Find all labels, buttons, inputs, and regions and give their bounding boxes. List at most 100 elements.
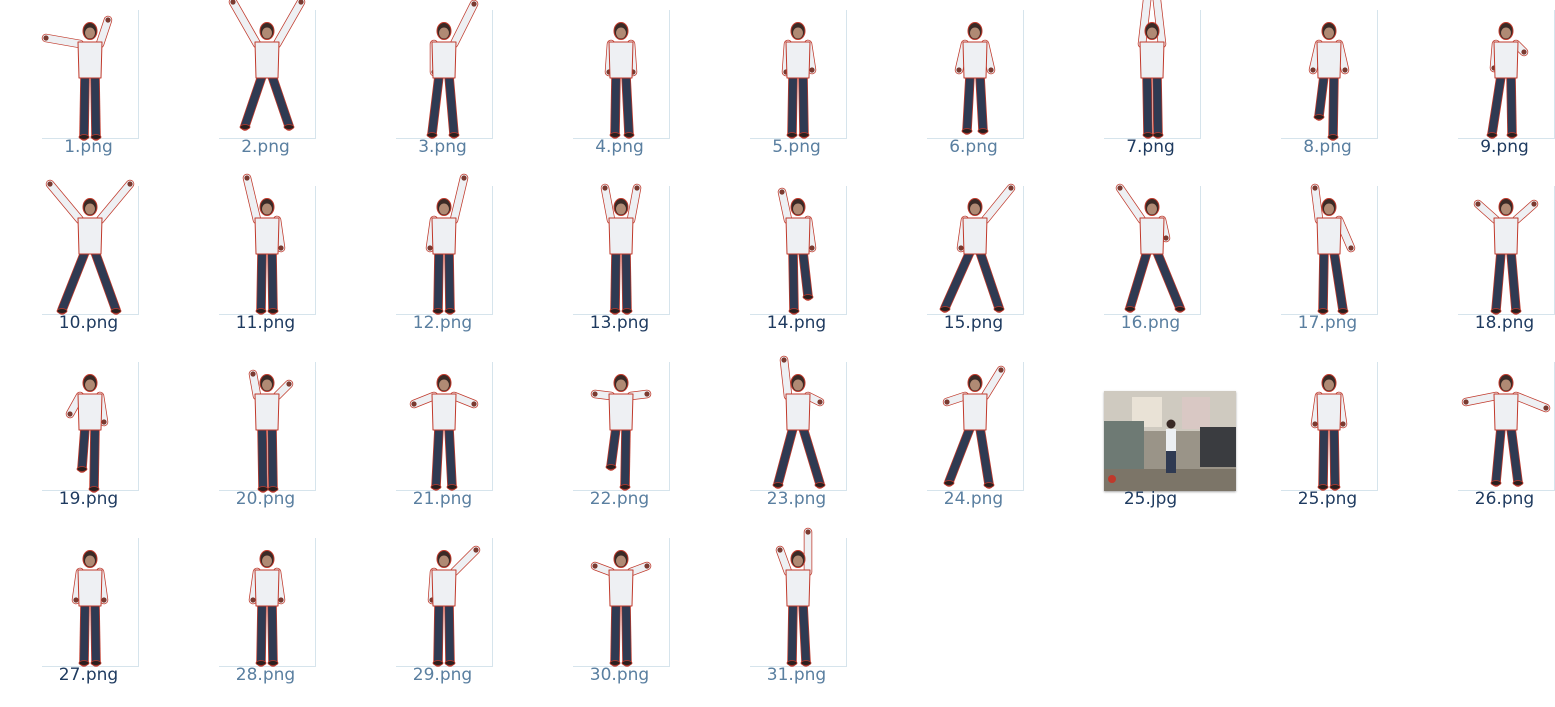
file-item[interactable]: 23.png xyxy=(708,352,885,528)
person-silhouette xyxy=(590,374,652,491)
file-item[interactable]: 12.png xyxy=(354,173,531,352)
file-item[interactable]: 21.png xyxy=(354,352,531,528)
person-silhouette xyxy=(409,374,479,491)
person-silhouette xyxy=(427,545,481,667)
file-thumbnail xyxy=(551,538,689,667)
file-item[interactable]: 16.png xyxy=(1062,176,1239,352)
file-item[interactable]: 19.png xyxy=(0,352,177,528)
file-name-label: 28.png xyxy=(235,665,296,685)
file-thumbnail xyxy=(1082,362,1236,491)
file-name-label: 7.png xyxy=(1126,137,1175,157)
file-item[interactable]: 2.png xyxy=(177,0,354,176)
file-thumbnail xyxy=(20,538,158,667)
file-name-label: 6.png xyxy=(949,137,998,157)
file-item[interactable]: 4.png xyxy=(531,0,708,176)
file-thumbnail xyxy=(551,362,689,491)
file-name-label: 5.png xyxy=(772,137,821,157)
person-silhouette xyxy=(1310,374,1348,491)
person-silhouette xyxy=(1115,183,1186,313)
file-name-label: 12.png xyxy=(412,313,473,333)
file-thumbnail xyxy=(905,362,1043,491)
file-item[interactable]: 10.png xyxy=(0,176,177,352)
file-name-label: 8.png xyxy=(1303,137,1352,157)
person-silhouette xyxy=(426,0,479,139)
file-name-label: 22.png xyxy=(589,489,650,509)
file-item[interactable]: 25.jpg xyxy=(1062,352,1239,528)
file-item[interactable]: 15.png xyxy=(885,176,1062,352)
person-silhouette xyxy=(604,22,638,139)
person-silhouette xyxy=(1308,22,1350,141)
file-name-label: 25.jpg xyxy=(1123,489,1178,509)
file-item[interactable]: 8.png xyxy=(1239,0,1416,176)
person-silhouette xyxy=(939,183,1016,313)
file-item[interactable]: 17.png xyxy=(1239,176,1416,352)
file-item[interactable]: 14.png xyxy=(708,176,885,352)
file-item[interactable]: 3.png xyxy=(354,0,531,176)
file-name-label: 13.png xyxy=(589,313,650,333)
file-item[interactable]: 25.png xyxy=(1239,352,1416,528)
file-thumbnail xyxy=(905,10,1043,139)
file-item[interactable]: 5.png xyxy=(708,0,885,176)
file-name-label: 9.png xyxy=(1480,137,1529,157)
person-silhouette xyxy=(1473,198,1539,315)
person-silhouette xyxy=(242,173,286,315)
file-name-label: 18.png xyxy=(1474,313,1535,333)
file-name-label: 20.png xyxy=(235,489,296,509)
file-item[interactable]: 30.png xyxy=(531,528,708,704)
person-silhouette xyxy=(65,374,109,493)
file-thumbnail xyxy=(728,186,866,315)
file-item[interactable]: 1.png xyxy=(0,0,177,176)
file-name-label: 11.png xyxy=(235,313,296,333)
file-thumbnail xyxy=(374,173,512,315)
file-thumbnail xyxy=(197,0,335,139)
file-item[interactable]: 7.png xyxy=(1062,0,1239,176)
person-silhouette xyxy=(425,173,469,315)
file-name-label: 27.png xyxy=(58,665,119,685)
file-item[interactable]: 9.png xyxy=(1416,0,1555,176)
file-item[interactable]: 31.png xyxy=(708,527,885,704)
person-silhouette xyxy=(71,550,109,667)
person-silhouette xyxy=(41,15,113,141)
photo-thumbnail xyxy=(1104,391,1236,491)
file-item[interactable]: 24.png xyxy=(885,352,1062,528)
person-silhouette xyxy=(1461,374,1551,487)
file-thumbnail xyxy=(20,362,158,493)
file-thumbnail xyxy=(728,527,866,667)
file-name-label: 25.png xyxy=(1297,489,1358,509)
file-thumbnail xyxy=(1436,186,1555,315)
person-silhouette xyxy=(954,22,996,135)
file-thumbnail xyxy=(551,10,689,139)
file-thumbnail xyxy=(728,355,866,491)
file-item[interactable]: 27.png xyxy=(0,528,177,704)
file-name-label: 29.png xyxy=(412,665,473,685)
file-item[interactable]: 18.png xyxy=(1416,176,1555,352)
file-thumbnail-grid: 1.png 2.png 3.png 4.png 5.png 6.png 7.png 8.png… xyxy=(0,0,1555,707)
file-item[interactable]: 11.png xyxy=(177,173,354,352)
file-name-label: 21.png xyxy=(412,489,473,509)
file-name-label: 31.png xyxy=(766,665,827,685)
file-name-label: 15.png xyxy=(943,313,1004,333)
person-silhouette xyxy=(248,369,294,493)
person-silhouette xyxy=(781,22,817,139)
person-silhouette xyxy=(590,550,652,667)
file-item[interactable]: 13.png xyxy=(531,176,708,352)
file-name-label: 19.png xyxy=(58,489,119,509)
file-item[interactable]: 6.png xyxy=(885,0,1062,176)
file-name-label: 1.png xyxy=(64,137,113,157)
file-item[interactable]: 28.png xyxy=(177,528,354,704)
file-item[interactable]: 29.png xyxy=(354,528,531,704)
file-thumbnail xyxy=(374,362,512,491)
file-item[interactable]: 26.png xyxy=(1416,352,1555,528)
file-name-label: 3.png xyxy=(418,137,467,157)
file-thumbnail xyxy=(1259,362,1397,491)
file-name-label: 30.png xyxy=(589,665,650,685)
file-item[interactable]: 20.png xyxy=(177,352,354,528)
file-name-label: 26.png xyxy=(1474,489,1535,509)
person-silhouette xyxy=(777,187,817,315)
file-name-label: 16.png xyxy=(1120,313,1181,333)
file-thumbnail xyxy=(197,173,335,315)
file-item[interactable]: 22.png xyxy=(531,352,708,528)
file-thumbnail xyxy=(197,362,335,493)
person-silhouette xyxy=(248,550,286,667)
file-thumbnail xyxy=(728,10,866,139)
